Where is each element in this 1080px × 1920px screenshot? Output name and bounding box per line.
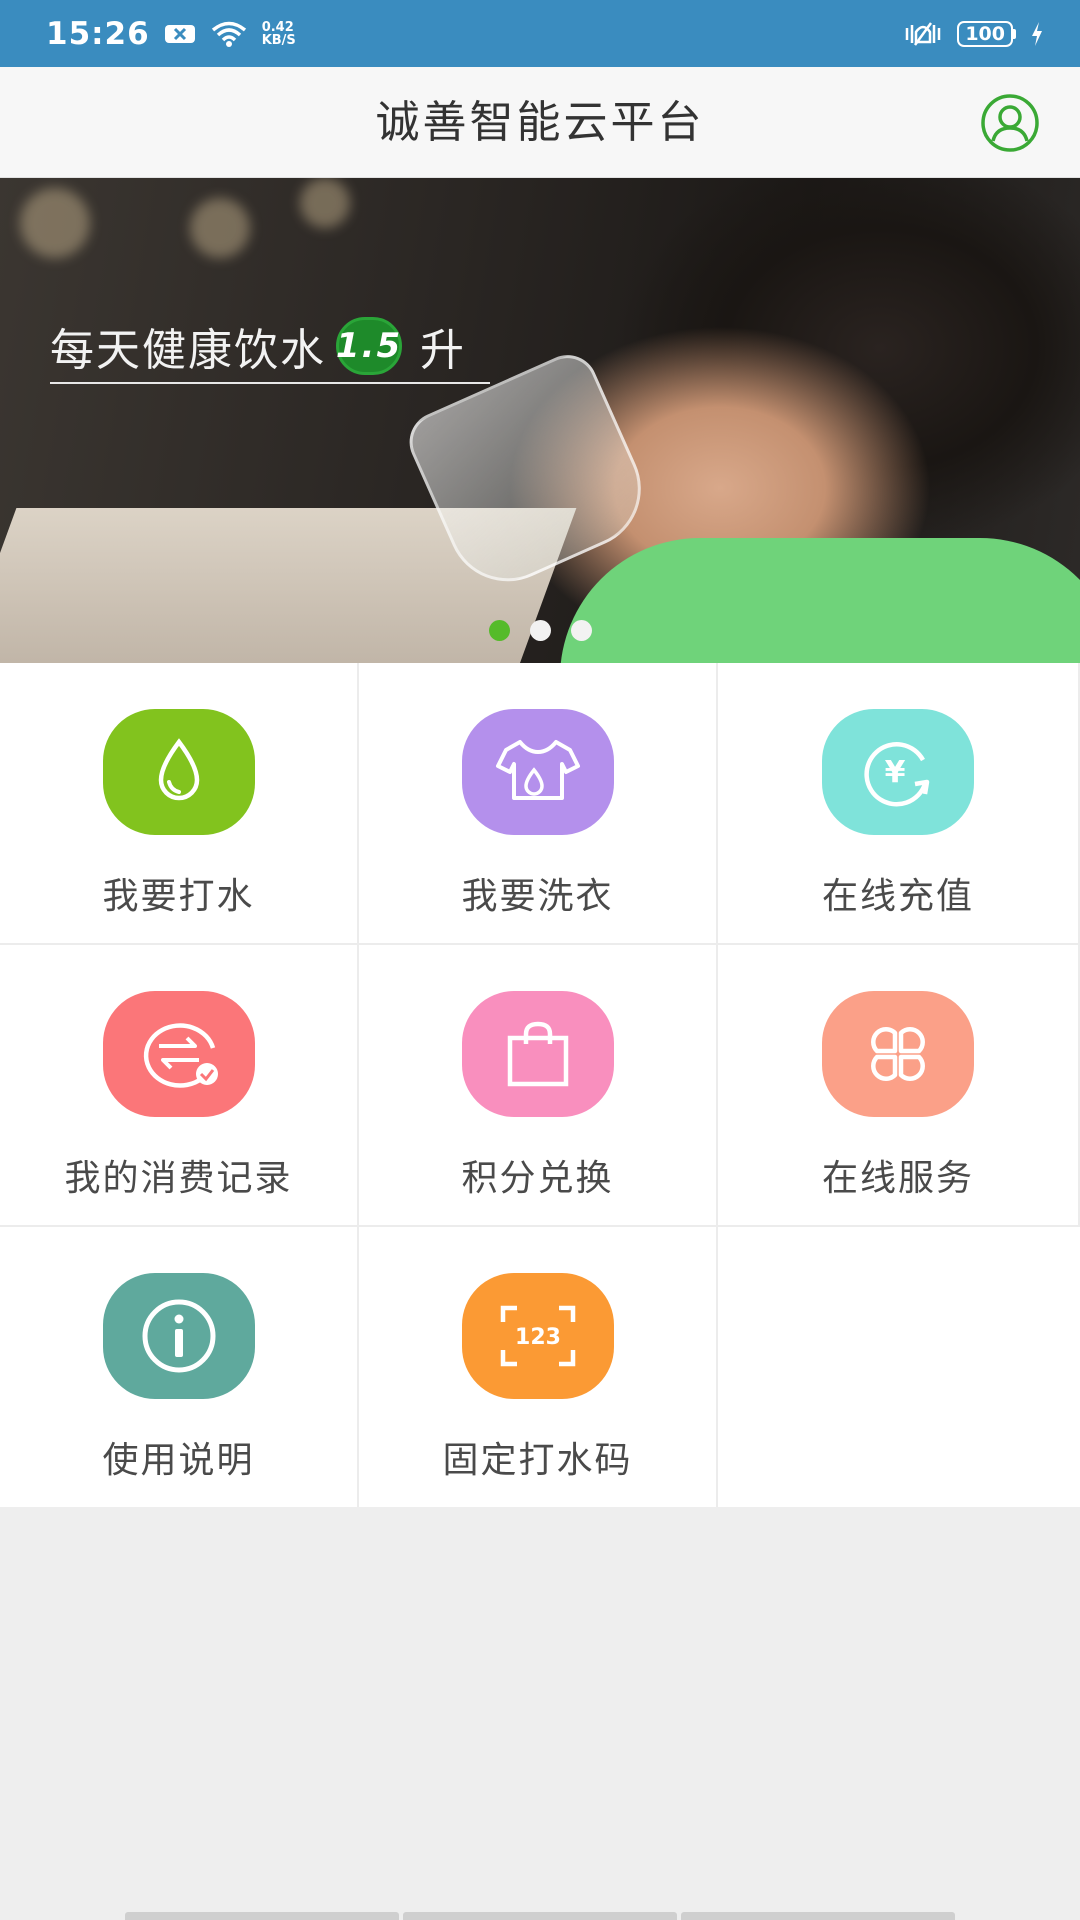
page-title: 诚善智能云平台	[375, 97, 705, 148]
svg-text:123: 123	[515, 1325, 561, 1350]
charging-icon	[1030, 21, 1044, 47]
banner-child-shirt	[560, 538, 1080, 663]
info-icon	[102, 1273, 255, 1399]
water-drop-icon	[102, 709, 255, 835]
menu-item-label: 积分兑换	[461, 1158, 614, 1199]
status-time: 15:26	[46, 15, 150, 52]
status-left: 15:26 0.42 KB/S	[46, 16, 296, 52]
carousel-dot-2[interactable]	[529, 620, 551, 641]
menu-item-label: 在线充值	[821, 876, 974, 917]
bottom-tab-hint-segment	[403, 1912, 677, 1920]
notification-x-icon	[164, 22, 196, 46]
menu-item-fixed-water-code[interactable]: 123 固定打水码	[359, 1227, 718, 1507]
banner-bokeh	[190, 198, 250, 258]
scan-code-123-icon: 123	[461, 1273, 614, 1399]
status-bar: 15:26 0.42 KB/S 100	[0, 0, 1080, 67]
banner-headline: 每天健康饮水 1.5 升	[50, 314, 466, 378]
carousel-dot-3[interactable]	[570, 620, 592, 641]
bottom-tab-hint-segment	[125, 1912, 399, 1920]
banner-bokeh	[20, 188, 90, 258]
menu-item-points-exchange[interactable]: 积分兑换	[359, 945, 718, 1225]
user-profile-icon	[981, 94, 1039, 152]
menu-item-label: 使用说明	[102, 1440, 255, 1481]
wifi-icon	[210, 20, 248, 48]
banner-badge: 1.5	[336, 317, 402, 375]
app-bar: 诚善智能云平台	[0, 67, 1080, 178]
banner-unit: 升	[420, 325, 466, 376]
status-right: 100	[903, 20, 1044, 48]
shopping-bag-icon	[461, 991, 614, 1117]
four-leaf-service-icon	[822, 991, 974, 1117]
battery-level: 100	[957, 20, 1013, 47]
carousel-dots	[0, 620, 1080, 641]
battery-icon: 100	[957, 20, 1016, 47]
menu-item-label: 我的消费记录	[64, 1158, 293, 1199]
net-speed: 0.42 KB/S	[262, 21, 296, 47]
menu-item-laundry[interactable]: 我要洗衣	[359, 663, 718, 943]
menu-item-label: 固定打水码	[442, 1440, 633, 1481]
net-speed-unit: KB/S	[261, 32, 296, 48]
menu-item-online-service[interactable]: 在线服务	[718, 945, 1080, 1225]
menu-item-instructions[interactable]: 使用说明	[0, 1227, 359, 1507]
svg-text:¥: ¥	[885, 755, 906, 790]
battery-cap	[1013, 28, 1016, 39]
profile-button[interactable]	[980, 93, 1040, 153]
net-speed-value: 0.42	[261, 19, 294, 35]
vibrate-icon	[903, 20, 943, 48]
banner-headline-text: 每天健康饮水	[50, 325, 326, 376]
banner-bokeh	[300, 178, 350, 228]
empty-cell	[718, 1227, 1080, 1507]
menu-item-label: 我要打水	[102, 876, 255, 917]
menu-item-recharge[interactable]: ¥ 在线充值	[718, 663, 1080, 943]
menu-item-fetch-water[interactable]: 我要打水	[0, 663, 359, 943]
menu-item-label: 我要洗衣	[461, 876, 614, 917]
carousel-dot-1[interactable]	[488, 620, 510, 641]
bottom-tab-hint-segment	[681, 1912, 955, 1920]
yen-recharge-icon: ¥	[822, 709, 974, 835]
menu-item-label: 在线服务	[821, 1158, 974, 1199]
feature-grid: 我要打水 我要洗衣 ¥ 在线充值 我的消费记录 积分兑换 在线服务 使用说明 1…	[0, 663, 1080, 1507]
banner-underline	[50, 382, 490, 384]
laundry-shirt-icon	[461, 709, 614, 835]
bottom-tab-hint	[125, 1912, 955, 1920]
transaction-record-icon	[102, 991, 255, 1117]
menu-item-consumption-record[interactable]: 我的消费记录	[0, 945, 359, 1225]
banner-carousel[interactable]: 每天健康饮水 1.5 升	[0, 178, 1080, 663]
